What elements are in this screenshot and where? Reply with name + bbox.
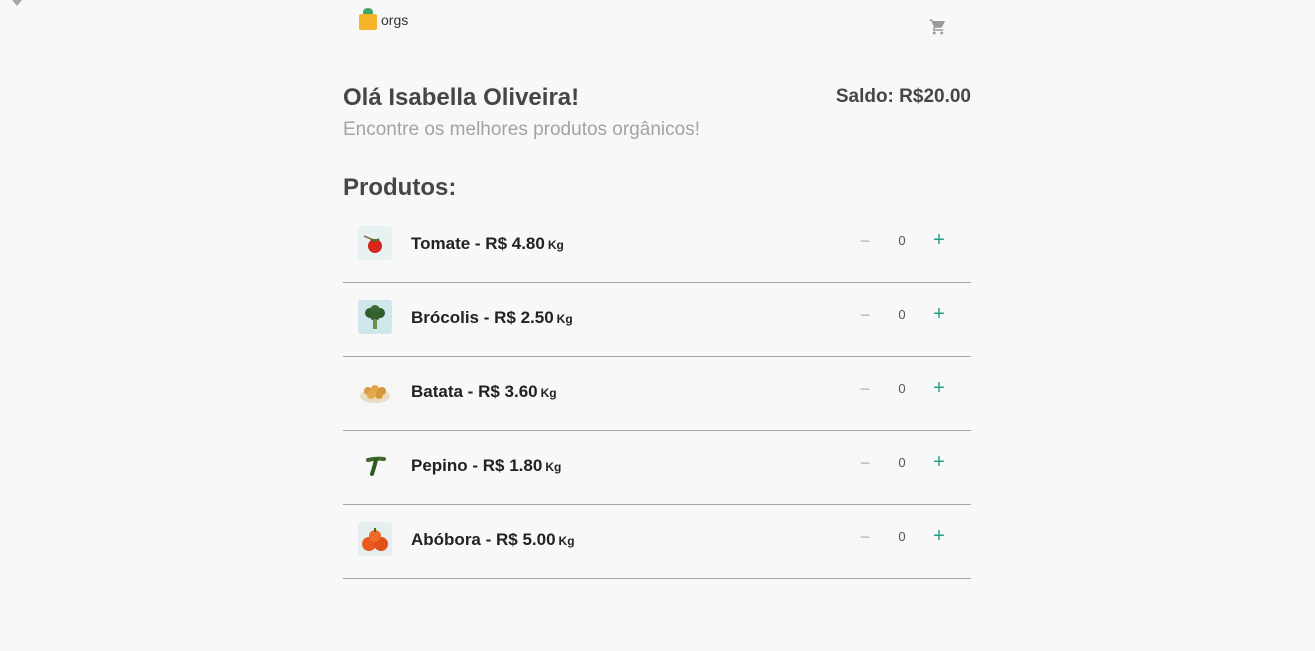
product-name: Pepino - R$ 1.80 Kg (411, 456, 562, 475)
decrease-button[interactable]: − (858, 453, 872, 473)
logo-text: orgs (381, 12, 409, 28)
quantity-value: 0 (898, 381, 906, 396)
header: orgs (343, 0, 971, 50)
increase-button[interactable]: + (931, 304, 947, 324)
product-item: Batata - R$ 3.60 Kg − 0 + (343, 357, 971, 431)
product-list: Tomate - R$ 4.80 Kg − 0 + Brócolis - R$ 2… (343, 209, 971, 579)
product-name: Tomate - R$ 4.80 Kg (411, 234, 564, 253)
product-item: Abóbora - R$ 5.00 Kg − 0 + (343, 505, 971, 579)
increase-button[interactable]: + (931, 378, 947, 398)
increase-button[interactable]: + (931, 526, 947, 546)
decrease-button[interactable]: − (858, 527, 872, 547)
cart-icon[interactable] (929, 18, 947, 36)
quantity-value: 0 (898, 529, 906, 544)
product-item: Tomate - R$ 4.80 Kg − 0 + (343, 209, 971, 283)
product-name: Batata - R$ 3.60 Kg (411, 382, 557, 401)
logo-bag-icon (359, 8, 377, 30)
product-item: Pepino - R$ 1.80 Kg − 0 + (343, 431, 971, 505)
increase-button[interactable]: + (931, 230, 947, 250)
greeting-title: Olá Isabella Oliveira! (343, 84, 580, 111)
potato-image (358, 374, 392, 408)
product-item: Brócolis - R$ 2.50 Kg − 0 + (343, 283, 971, 357)
decrease-button[interactable]: − (858, 305, 872, 325)
quantity-value: 0 (898, 455, 906, 470)
increase-button[interactable]: + (931, 452, 947, 472)
pumpkin-image (358, 522, 392, 556)
tomato-image (358, 226, 392, 260)
broccoli-image (358, 300, 392, 334)
decrease-button[interactable]: − (858, 231, 872, 251)
quantity-value: 0 (898, 233, 906, 248)
product-name: Brócolis - R$ 2.50 Kg (411, 308, 573, 327)
decrease-button[interactable]: − (858, 379, 872, 399)
balance-text: Saldo: R$20.00 (835, 86, 971, 107)
products-heading: Produtos: (343, 174, 457, 201)
quantity-value: 0 (898, 307, 906, 322)
main-container: orgs Olá Isabella Oliveira! Saldo: R$20.… (343, 0, 971, 579)
logo[interactable]: orgs (359, 8, 408, 30)
mouse-cursor (12, 0, 22, 6)
cucumber-image (358, 448, 392, 482)
subtitle: Encontre os melhores produtos orgânicos! (343, 119, 700, 140)
product-name: Abóbora - R$ 5.00 Kg (411, 530, 575, 549)
